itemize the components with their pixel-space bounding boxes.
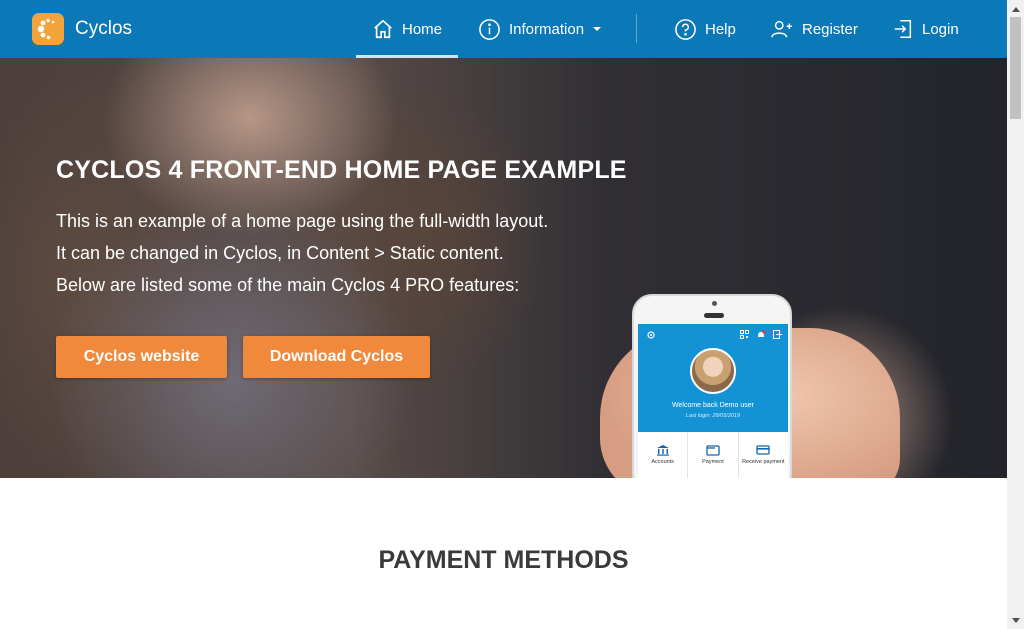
bank-icon: [656, 445, 669, 456]
nav-login-label: Login: [922, 20, 959, 38]
phone-tile-label: Accounts: [651, 459, 674, 465]
nav-register-label: Register: [802, 20, 858, 38]
help-circle-icon: [675, 18, 696, 40]
hero-text-line: It can be changed in Cyclos, in Content …: [56, 243, 504, 263]
avatar: [690, 348, 736, 394]
nav-divider: [636, 14, 637, 43]
phone-camera: [712, 301, 717, 306]
caret-down-icon: [593, 27, 602, 31]
nav-help[interactable]: Help: [674, 0, 736, 58]
logout-icon: [773, 330, 782, 339]
hero-banner: CYCLOS 4 FRONT-END HOME PAGE EXAMPLE Thi…: [0, 58, 1007, 478]
phone-shortcut-tiles: Accounts Payment Receive payment: [638, 432, 788, 478]
gear-icon: [647, 331, 655, 339]
wallet-icon: [706, 445, 720, 456]
credit-card-icon: [756, 445, 770, 455]
phone-last-login: Last login: 28/05/2019: [685, 413, 741, 419]
download-cyclos-button[interactable]: Download Cyclos: [243, 336, 430, 378]
nav-home-label: Home: [401, 20, 442, 38]
hero-title: CYCLOS 4 FRONT-END HOME PAGE EXAMPLE: [56, 156, 627, 184]
login-icon: [894, 20, 912, 38]
info-circle-icon: [479, 18, 500, 40]
phone-tile-label: Receive payment: [742, 459, 785, 465]
top-navigation-bar: Cyclos Home Information Help Register Lo…: [0, 0, 1007, 58]
nav-home[interactable]: Home: [356, 0, 458, 58]
brand-name[interactable]: Cyclos: [75, 18, 132, 40]
phone-tile-label: Payment: [702, 459, 724, 465]
phone-toolbar: [646, 330, 782, 342]
qr-code-icon: [740, 330, 749, 339]
phone-tile-accounts: Accounts: [638, 432, 689, 478]
scroll-down-arrow-icon[interactable]: [1007, 612, 1024, 629]
nav-information[interactable]: Information: [478, 0, 602, 58]
phone-toolbar-right: [740, 330, 782, 340]
home-icon: [374, 19, 392, 39]
scrollbar-thumb[interactable]: [1010, 17, 1021, 119]
nav-login[interactable]: Login: [892, 0, 959, 58]
content-section: PAYMENT METHODS: [0, 478, 1007, 629]
nav-register[interactable]: Register: [770, 0, 858, 58]
section-title: PAYMENT METHODS: [378, 546, 629, 574]
phone-mockup-image: Welcome back Demo user Last login: 28/05…: [632, 294, 792, 478]
page-scrollbar[interactable]: [1007, 0, 1024, 629]
cyclos-logo-icon[interactable]: [32, 13, 64, 45]
bell-icon: [758, 330, 766, 337]
phone-tile-payment: Payment: [688, 432, 739, 478]
phone-speaker: [704, 313, 724, 318]
phone-tile-receive-payment: Receive payment: [739, 432, 788, 478]
phone-screen: Welcome back Demo user Last login: 28/05…: [638, 324, 788, 478]
cyclos-website-button[interactable]: Cyclos website: [56, 336, 227, 378]
scroll-up-arrow-icon[interactable]: [1007, 0, 1024, 17]
nav-information-label: Information: [509, 20, 585, 38]
hero-text-line: This is an example of a home page using …: [56, 211, 549, 231]
nav-help-label: Help: [705, 20, 736, 38]
phone-welcome-text: Welcome back Demo user: [672, 402, 754, 409]
hero-text-line: Below are listed some of the main Cyclos…: [56, 275, 520, 295]
add-user-icon: [771, 20, 793, 38]
